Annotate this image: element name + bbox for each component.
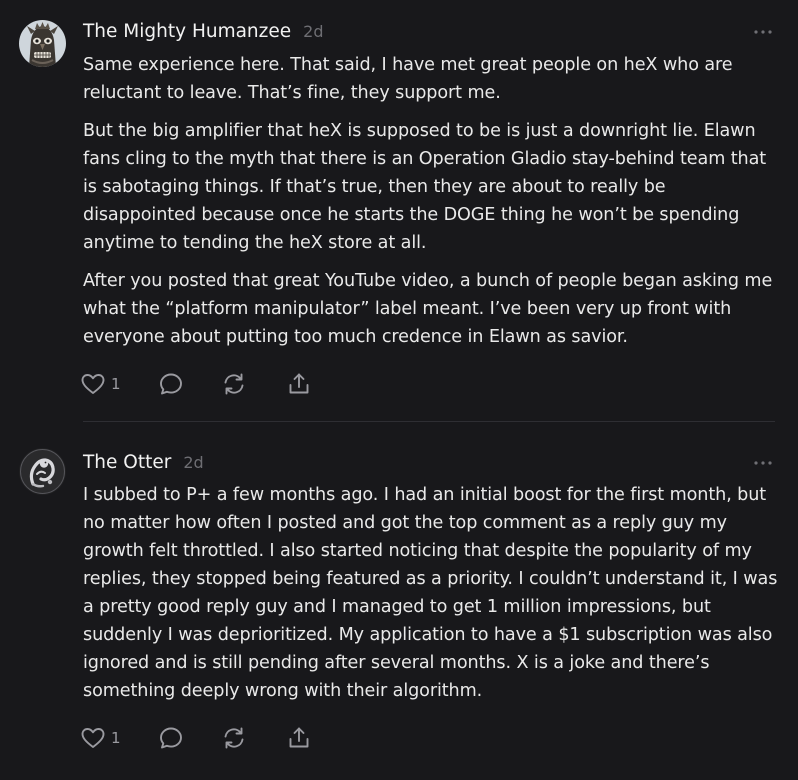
comment-body: I subbed to P+ a few months ago. I had a… xyxy=(83,481,783,715)
timestamp[interactable]: 2d xyxy=(183,453,203,472)
heart-icon xyxy=(81,728,105,748)
share-icon xyxy=(289,727,309,748)
like-count: 1 xyxy=(111,375,121,393)
ellipsis-icon xyxy=(754,461,772,465)
share-button[interactable] xyxy=(286,725,312,751)
author-name[interactable]: The Otter xyxy=(83,452,171,473)
comment-body: Same experience here. That said, I have … xyxy=(83,51,783,361)
restack-button[interactable] xyxy=(221,371,247,397)
author-name[interactable]: The Mighty Humanzee xyxy=(83,21,291,42)
comment-paragraph: But the big amplifier that heX is suppos… xyxy=(83,121,767,253)
speech-bubble-icon xyxy=(160,727,182,749)
comment-header: The Mighty Humanzee 2d xyxy=(83,20,323,44)
comment-header: The Otter 2d xyxy=(83,451,204,475)
share-icon xyxy=(289,373,309,394)
speech-bubble-icon xyxy=(160,373,182,395)
more-options-button[interactable] xyxy=(752,26,774,38)
otter-avatar-icon xyxy=(19,448,66,495)
restack-button[interactable] xyxy=(221,725,247,751)
like-count: 1 xyxy=(111,729,121,747)
share-button[interactable] xyxy=(286,371,312,397)
comment-paragraph: After you posted that great YouTube vide… xyxy=(83,271,773,347)
comment-paragraph: Same experience here. That said, I have … xyxy=(83,55,733,103)
like-button[interactable]: 1 xyxy=(80,371,121,397)
like-button[interactable]: 1 xyxy=(80,725,121,751)
avatar[interactable] xyxy=(19,20,66,67)
timestamp[interactable]: 2d xyxy=(303,22,323,41)
comment-divider xyxy=(83,421,775,422)
reply-button[interactable] xyxy=(158,371,184,397)
avatar[interactable] xyxy=(19,448,66,495)
ellipsis-icon xyxy=(754,30,772,34)
restack-arrows-icon xyxy=(224,373,244,395)
restack-arrows-icon xyxy=(224,727,244,749)
comment-actions: 1 xyxy=(80,371,340,397)
comment-paragraph: I subbed to P+ a few months ago. I had a… xyxy=(83,485,778,701)
reply-button[interactable] xyxy=(158,725,184,751)
more-options-button[interactable] xyxy=(752,457,774,469)
heart-icon xyxy=(81,374,105,394)
tiki-mask-avatar-icon xyxy=(19,20,66,67)
comment-actions: 1 xyxy=(80,725,340,751)
